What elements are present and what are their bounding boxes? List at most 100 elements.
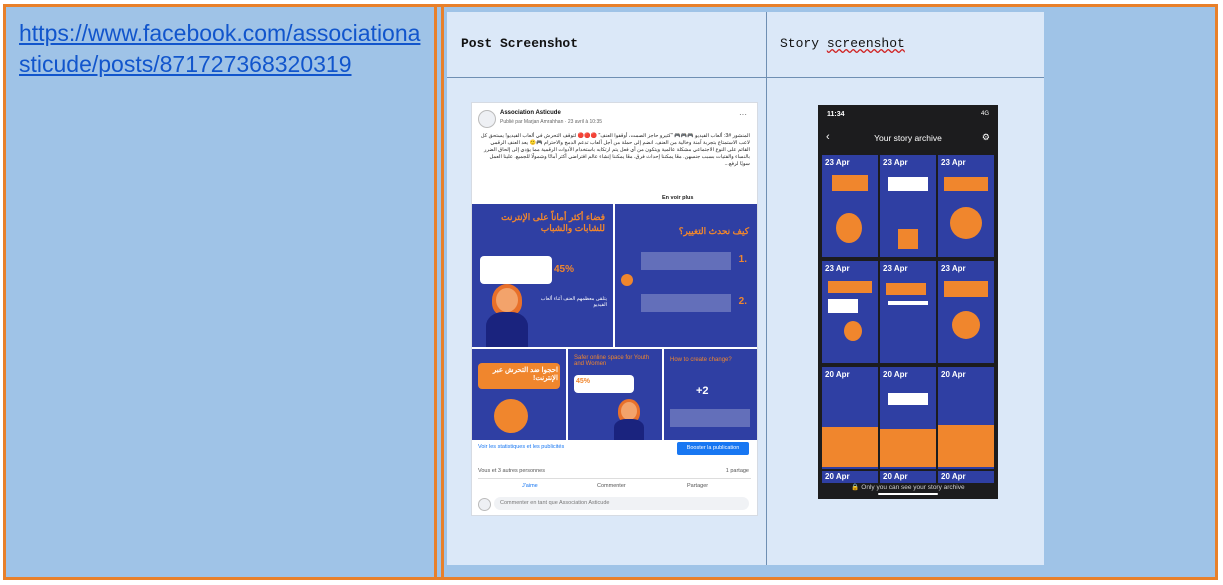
- story-date: 20 Apr: [825, 370, 850, 379]
- page-avatar: [478, 110, 496, 128]
- plus-two-label: +2: [696, 385, 709, 397]
- story-tile[interactable]: 23 Apr: [880, 261, 936, 363]
- image-tile-how-change-ar: كيف نحدث التغيير؟ 1. 2.: [615, 204, 757, 347]
- illustration-body: [614, 419, 644, 440]
- story-heading-word: Story: [780, 36, 827, 51]
- story-screenshot-heading: Story screenshot: [780, 36, 905, 51]
- status-signal: 4G: [980, 111, 989, 117]
- story-date: 23 Apr: [883, 264, 908, 273]
- story-heading-misspelled-word: screenshot: [826, 36, 905, 51]
- story-archive-screenshot: 11:34 4G ‹ Your story archive ⚙ 23 Apr 2…: [818, 105, 998, 499]
- screenshot-table: Post Screenshot Story screenshot Associa…: [447, 12, 1044, 565]
- story-date: 20 Apr: [883, 370, 908, 379]
- story-graphic: [888, 393, 928, 405]
- story-date: 23 Apr: [941, 158, 966, 167]
- tile-title: How to create change?: [670, 357, 732, 363]
- image-tile-safer-space-ar: فضاء أكثر أماناً على الإنترنت للشابات وا…: [472, 204, 613, 347]
- image-tile-safer-space-en: Safer online space for Youth and Women 4…: [568, 349, 662, 440]
- statistics-link[interactable]: Voir les statistiques et les publicités: [478, 444, 564, 450]
- see-more-link: En voir plus: [662, 195, 694, 201]
- tile-title: كيف نحدث التغيير؟: [678, 226, 749, 236]
- more-options-icon: ···: [739, 110, 747, 119]
- page-name: Association Asticude: [500, 110, 561, 116]
- image-tile-how-change-en: How to create change? +2: [664, 349, 757, 440]
- story-tile[interactable]: 20 Apr: [822, 367, 878, 469]
- post-body-text: المنشور #3: ألعاب الفيديو 🎮🎮🎮 "كتيرو حاج…: [480, 133, 750, 167]
- story-tile[interactable]: 23 Apr: [938, 261, 994, 363]
- illustration-body: [486, 312, 528, 347]
- story-tile[interactable]: 20 Apr: [880, 367, 936, 469]
- reactions-summary: Vous et 3 autres personnes: [478, 468, 545, 474]
- actions-divider: [478, 478, 751, 479]
- story-tile[interactable]: 23 Apr: [822, 261, 878, 363]
- stat-percent: 45%: [554, 264, 575, 275]
- step-text-placeholder: [670, 409, 750, 427]
- story-date: 23 Apr: [825, 158, 850, 167]
- story-tile[interactable]: 20 Apr: [938, 471, 994, 483]
- story-graphic: [844, 321, 862, 341]
- tile-title: فضاء أكثر أماناً على الإنترنت للشابات وا…: [501, 212, 605, 233]
- link-cell: https://www.facebook.com/associationasti…: [6, 7, 437, 577]
- story-date: 23 Apr: [825, 264, 850, 273]
- story-graphic: [888, 301, 928, 305]
- story-graphic: [828, 299, 858, 313]
- share-button[interactable]: Partager: [687, 483, 708, 489]
- column-divider: [766, 12, 767, 565]
- image-tile-harassment-ar: احجوا ضد التحرش عبر الإنترنت!: [472, 349, 566, 440]
- story-graphic: [880, 429, 936, 467]
- boost-post-button[interactable]: Booster la publication: [677, 442, 749, 455]
- like-button[interactable]: J'aime: [522, 483, 538, 489]
- story-graphic: [944, 177, 988, 191]
- story-graphic: [886, 283, 926, 295]
- story-graphic: [888, 177, 928, 191]
- status-time: 11:34: [827, 111, 845, 118]
- step-text-placeholder: [641, 252, 731, 270]
- post-screenshot-heading: Post Screenshot: [461, 36, 579, 51]
- gear-icon[interactable]: ⚙: [982, 132, 990, 143]
- illustration-face: [496, 288, 518, 312]
- tile-note: يتلقى معظمهم العنف أثناء ألعاب الفيديو: [540, 296, 607, 308]
- post-meta: Publié par Marjan Amrahhan · 23 avril à …: [500, 119, 603, 125]
- post-insights-bar: Voir les statistiques et les publicités …: [472, 441, 757, 457]
- story-graphic: [950, 207, 982, 239]
- archive-privacy-text: Only you can see your story archive: [861, 484, 965, 491]
- icon-face: [621, 274, 633, 286]
- story-date: 20 Apr: [941, 472, 966, 481]
- story-graphic: [832, 175, 868, 191]
- story-graphic: [952, 311, 980, 339]
- step-number: 2.: [738, 296, 747, 307]
- tile-title: Safer online space for Youth and Women: [574, 355, 650, 367]
- story-date: 20 Apr: [825, 472, 850, 481]
- story-tile[interactable]: 20 Apr: [880, 471, 936, 483]
- story-tile[interactable]: 23 Apr: [880, 155, 936, 257]
- story-graphic: [822, 427, 878, 467]
- step-text-placeholder: [641, 294, 731, 312]
- network-icon: [494, 399, 528, 433]
- document-table: https://www.facebook.com/associationasti…: [3, 4, 1218, 580]
- story-tile[interactable]: 23 Apr: [938, 155, 994, 257]
- header-divider: [447, 77, 1044, 78]
- story-graphic: [836, 213, 862, 243]
- stat-bubble: [480, 256, 552, 284]
- post-actions: J'aime Commenter Partager: [472, 481, 757, 493]
- story-graphic: [828, 281, 872, 293]
- story-date: 20 Apr: [883, 472, 908, 481]
- archive-privacy-note: 🔒 Only you can see your story archive: [851, 484, 965, 491]
- story-archive-title: Your story archive: [874, 133, 942, 143]
- story-tile[interactable]: 20 Apr: [822, 471, 878, 483]
- home-indicator: [878, 493, 938, 495]
- story-graphic: [938, 425, 994, 467]
- comment-button[interactable]: Commenter: [597, 483, 626, 489]
- story-graphic: [944, 281, 988, 297]
- comment-composer: Commenter en tant que Association Asticu…: [478, 497, 751, 511]
- illustration-face: [621, 402, 637, 420]
- story-tile[interactable]: 23 Apr: [822, 155, 878, 257]
- cell-divider: [441, 7, 444, 577]
- story-tile[interactable]: 20 Apr: [938, 367, 994, 469]
- comment-input[interactable]: Commenter en tant que Association Asticu…: [494, 497, 749, 510]
- tile-title: احجوا ضد التحرش عبر الإنترنت!: [492, 367, 558, 382]
- post-image-grid: فضاء أكثر أماناً على الإنترنت للشابات وا…: [472, 204, 757, 440]
- story-date: 23 Apr: [941, 264, 966, 273]
- post-url-link[interactable]: https://www.facebook.com/associationasti…: [19, 18, 429, 80]
- post-header: Association Asticude Publié par Marjan A…: [478, 108, 751, 132]
